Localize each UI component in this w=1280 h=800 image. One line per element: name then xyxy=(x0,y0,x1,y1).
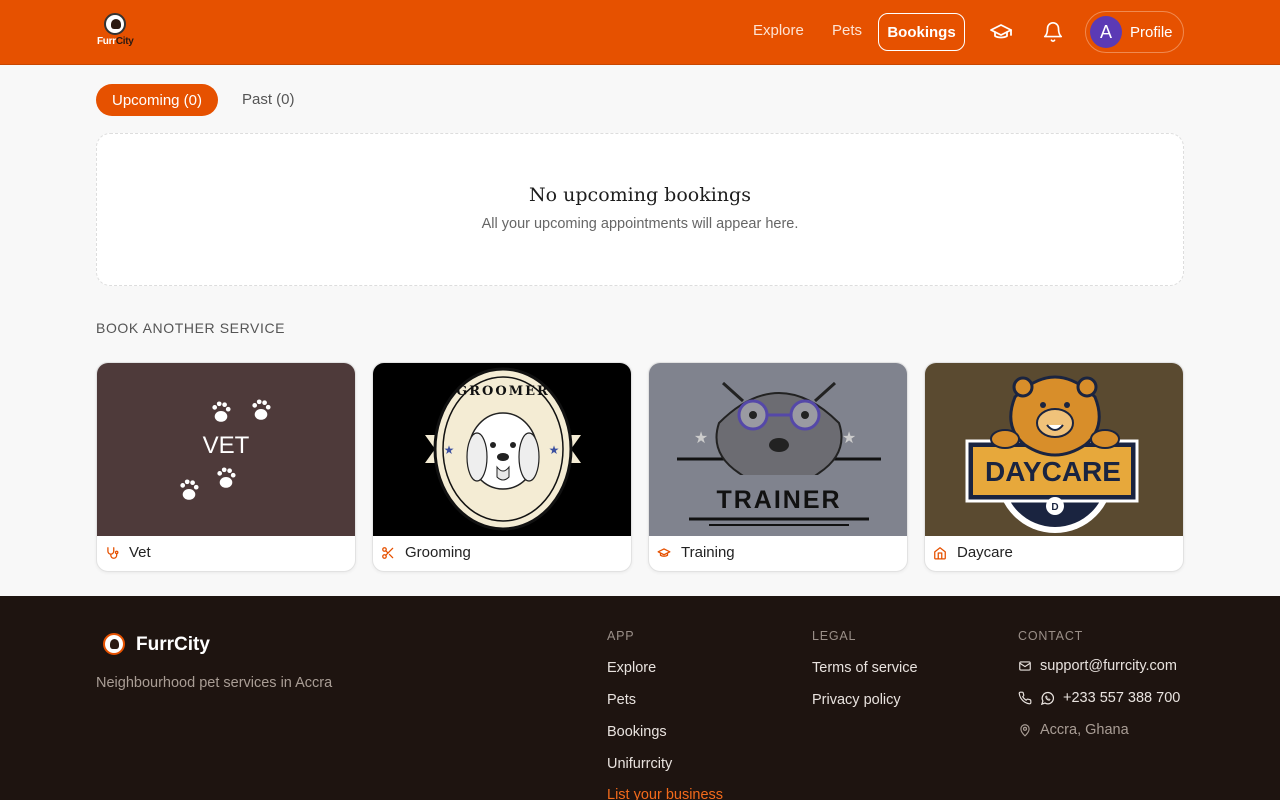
whatsapp-icon xyxy=(1040,691,1055,706)
footer: FurrCity Neighbourhood pet services in A… xyxy=(0,596,1280,800)
footer-app-heading: APP xyxy=(607,629,635,643)
empty-state-panel: No upcoming bookings All your upcoming a… xyxy=(96,133,1184,286)
svg-text:★: ★ xyxy=(444,443,455,457)
footer-link-bookings[interactable]: Bookings xyxy=(607,724,667,740)
footer-link-terms[interactable]: Terms of service xyxy=(812,660,918,676)
footer-tagline: Neighbourhood pet services in Accra xyxy=(96,675,333,691)
grooming-image: GROOMER ★ ★ xyxy=(373,363,631,536)
nav-explore[interactable]: Explore xyxy=(753,22,804,39)
footer-contact-phone[interactable]: +233 557 388 700 xyxy=(1018,690,1180,706)
house-icon xyxy=(933,546,947,560)
service-card-grooming[interactable]: GROOMER ★ ★ Grooming xyxy=(372,362,632,572)
svg-text:★: ★ xyxy=(842,430,856,447)
notifications-button[interactable] xyxy=(1039,18,1067,46)
training-image-text: TRAINER xyxy=(716,486,841,514)
service-card-training[interactable]: TRAINER ★ ★ Training xyxy=(648,362,908,572)
footer-contact-heading: CONTACT xyxy=(1018,629,1084,643)
card-label-daycare: Daycare xyxy=(933,544,1013,561)
avatar: A xyxy=(1090,16,1122,48)
profile-button[interactable]: A Profile xyxy=(1085,11,1184,53)
footer-email-text: support@furrcity.com xyxy=(1040,658,1177,674)
footer-contact-location: Accra, Ghana xyxy=(1018,722,1129,738)
vet-image: VET xyxy=(97,363,355,536)
logo-text-part-2: City xyxy=(115,36,134,47)
bell-icon xyxy=(1043,22,1063,42)
footer-link-privacy[interactable]: Privacy policy xyxy=(812,692,901,708)
footer-legal-heading: LEGAL xyxy=(812,629,857,643)
footer-contact-email[interactable]: support@furrcity.com xyxy=(1018,658,1177,674)
graduation-cap-icon xyxy=(657,546,671,560)
service-card-vet[interactable]: VET Vet xyxy=(96,362,356,572)
daycare-image: DAYCARE D xyxy=(925,363,1183,536)
tab-past[interactable]: Past (0) xyxy=(242,91,295,108)
footer-location-text: Accra, Ghana xyxy=(1040,722,1129,738)
phone-icon xyxy=(1018,691,1032,705)
scissors-icon xyxy=(381,546,395,560)
nav-bookings[interactable]: Bookings xyxy=(878,13,965,51)
vet-image-text: VET xyxy=(203,432,250,459)
footer-link-unifurrcity[interactable]: Unifurrcity xyxy=(607,756,672,772)
grooming-image-text: GROOMER xyxy=(456,384,550,399)
graduation-cap-icon xyxy=(990,24,1012,39)
svg-text:★: ★ xyxy=(694,430,708,447)
section-title: BOOK ANOTHER SERVICE xyxy=(96,320,286,336)
service-card-daycare[interactable]: DAYCARE D Daycare xyxy=(924,362,1184,572)
footer-link-pets[interactable]: Pets xyxy=(607,692,636,708)
card-title-daycare: Daycare xyxy=(957,544,1013,561)
empty-state-message: All your upcoming appointments will appe… xyxy=(481,216,799,232)
profile-label: Profile xyxy=(1130,23,1173,41)
card-title-training: Training xyxy=(681,544,735,561)
card-title-vet: Vet xyxy=(129,544,151,561)
logo-text: FurrCity xyxy=(97,36,134,47)
card-label-vet: Vet xyxy=(105,544,151,561)
top-navbar: FurrCity Explore Pets Bookings A Profile xyxy=(0,0,1280,65)
tab-upcoming[interactable]: Upcoming (0) xyxy=(96,84,218,116)
card-label-grooming: Grooming xyxy=(381,544,471,561)
daycare-image-subtext: D xyxy=(1051,502,1058,513)
training-image: TRAINER ★ ★ xyxy=(649,363,907,536)
stethoscope-icon xyxy=(105,546,119,560)
logo-text-part-1: Furr xyxy=(97,36,116,47)
mail-icon xyxy=(1018,659,1032,673)
footer-logo-icon xyxy=(103,633,125,655)
empty-state-title: No upcoming bookings xyxy=(529,184,751,206)
card-title-grooming: Grooming xyxy=(405,544,471,561)
footer-brand: FurrCity xyxy=(136,634,210,655)
card-label-training: Training xyxy=(657,544,735,561)
daycare-image-text: DAYCARE xyxy=(985,456,1121,487)
footer-link-list-business[interactable]: List your business xyxy=(607,787,723,800)
nav-pets[interactable]: Pets xyxy=(832,22,862,39)
svg-text:★: ★ xyxy=(549,443,560,457)
map-pin-icon xyxy=(1018,723,1032,737)
footer-phone-text: +233 557 388 700 xyxy=(1063,690,1181,706)
logo-mark-icon xyxy=(104,13,126,35)
furrcity-logo[interactable]: FurrCity xyxy=(96,11,138,51)
footer-link-explore[interactable]: Explore xyxy=(607,660,656,676)
training-nav-button[interactable] xyxy=(987,18,1015,46)
